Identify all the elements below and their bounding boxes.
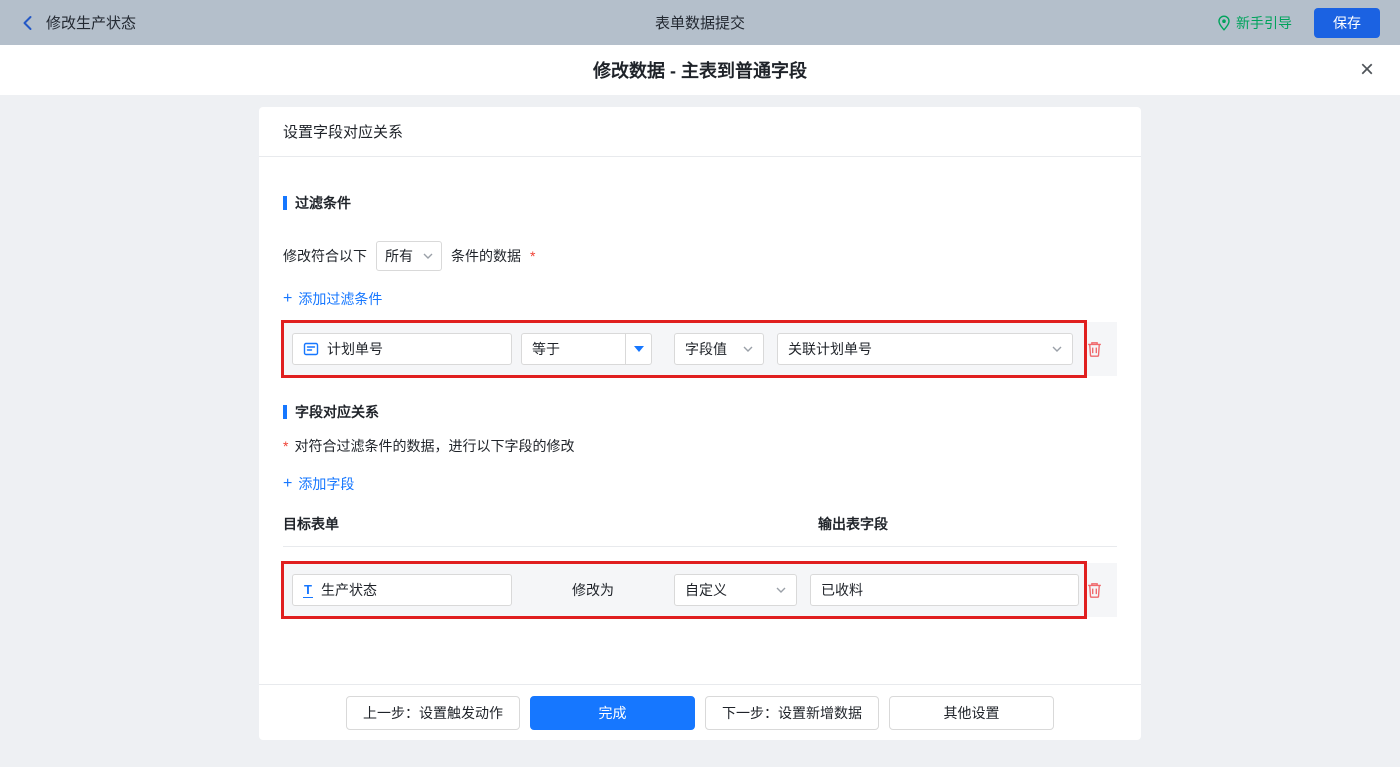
custom-value: 已收料 (821, 582, 863, 598)
condition-suffix: 条件的数据 (451, 248, 521, 264)
prev-step-button[interactable]: 上一步：设置触发动作 (346, 695, 520, 730)
chevron-down-icon (743, 346, 753, 352)
delete-mapping-row-button[interactable] (1086, 581, 1103, 599)
filter-field-value: 计划单号 (327, 341, 383, 357)
plus-icon: + (283, 290, 293, 307)
mapping-section-heading: 字段对应关系 (283, 402, 1117, 422)
save-button[interactable]: 保存 (1314, 7, 1380, 38)
trash-icon (1088, 342, 1101, 357)
guide-label: 新手引导 (1236, 14, 1292, 31)
chevron-down-icon (776, 587, 786, 593)
required-asterisk: * (283, 438, 289, 454)
value-type-select[interactable]: 字段值 (674, 333, 764, 365)
custom-value-input[interactable]: 已收料 (810, 574, 1079, 606)
trash-icon (1088, 583, 1101, 598)
add-filter-condition-link[interactable]: + 添加过滤条件 (283, 289, 382, 309)
panel-footer: 上一步：设置触发动作 完成 下一步：设置新增数据 其他设置 (259, 684, 1141, 740)
operator-value: 等于 (532, 341, 560, 357)
add-field-link[interactable]: + 添加字段 (283, 474, 354, 494)
back-chevron-icon (23, 15, 32, 30)
modal-content: 设置字段对应关系 过滤条件 修改符合以下 所有 条件的数据 * + 添加过滤条件 (0, 107, 1400, 767)
modal-title: 修改数据 - 主表到普通字段 (593, 61, 807, 81)
topbar-right: 新手引导 保存 (1060, 7, 1380, 38)
flow-title: 修改生产状态 (46, 15, 137, 32)
next-step-button[interactable]: 下一步：设置新增数据 (705, 695, 879, 730)
filter-condition-line: 修改符合以下 所有 条件的数据 * (283, 241, 1117, 271)
chevron-down-icon (1052, 346, 1062, 352)
condition-scope-value: 所有 (385, 248, 413, 264)
delete-filter-row-button[interactable] (1086, 340, 1103, 358)
condition-scope-select[interactable]: 所有 (376, 241, 442, 271)
target-field-value: 生产状态 (320, 582, 377, 598)
required-asterisk: * (530, 248, 536, 264)
modify-mode-value: 自定义 (685, 582, 727, 598)
panel-body: 过滤条件 修改符合以下 所有 条件的数据 * + 添加过滤条件 计划单号 等于 … (259, 157, 1141, 684)
modify-to-label: 修改为 (572, 582, 614, 598)
modal-header: 修改数据 - 主表到普通字段 × (0, 45, 1400, 95)
caret-down-icon (633, 346, 644, 352)
page-title: 表单数据提交 (654, 15, 745, 32)
operator-select[interactable]: 等于 (521, 333, 652, 365)
column-output-field: 输出表字段 (818, 516, 888, 532)
done-button[interactable]: 完成 (530, 695, 695, 730)
operator-caret-button[interactable] (625, 334, 651, 364)
top-bar: 修改生产状态 表单数据提交 新手引导 保存 (0, 0, 1400, 45)
settings-card: 设置字段对应关系 过滤条件 修改符合以下 所有 条件的数据 * + 添加过滤条件 (259, 107, 1141, 740)
modify-mode-select[interactable]: 自定义 (674, 574, 797, 606)
value-field-select[interactable]: 关联计划单号 (777, 333, 1073, 365)
target-field-input[interactable]: T 生产状态 (292, 574, 512, 606)
column-target-form: 目标表单 (283, 516, 339, 532)
close-icon[interactable]: × (1360, 58, 1374, 82)
value-type-value: 字段值 (685, 341, 727, 357)
filter-section-heading: 过滤条件 (283, 193, 1117, 213)
text-field-icon: T (303, 581, 313, 598)
topbar-left: 修改生产状态 (20, 12, 340, 33)
add-filter-label: 添加过滤条件 (298, 291, 383, 307)
field-mapping-row: T 生产状态 修改为 自定义 已收料 (281, 561, 1117, 619)
beginner-guide-link[interactable]: 新手引导 (1217, 13, 1292, 33)
mapping-column-headers: 目标表单 输出表字段 (283, 514, 1117, 547)
add-field-label: 添加字段 (298, 476, 355, 492)
back-button[interactable] (20, 15, 36, 31)
filter-field-input[interactable]: 计划单号 (292, 333, 512, 365)
panel-title: 设置字段对应关系 (259, 107, 1141, 157)
value-field-value: 关联计划单号 (788, 341, 872, 357)
mapping-description-line: * 对符合过滤条件的数据，进行以下字段的修改 (283, 436, 1117, 456)
condition-prefix: 修改符合以下 (283, 248, 367, 264)
filter-condition-row: 计划单号 等于 字段值 关联计划单号 (281, 320, 1117, 378)
chevron-down-icon (423, 253, 433, 259)
plus-icon: + (283, 475, 293, 492)
form-field-icon (303, 342, 319, 356)
mapping-description: 对符合过滤条件的数据，进行以下字段的修改 (294, 438, 575, 454)
other-settings-button[interactable]: 其他设置 (889, 695, 1054, 730)
location-pin-icon (1218, 14, 1230, 31)
